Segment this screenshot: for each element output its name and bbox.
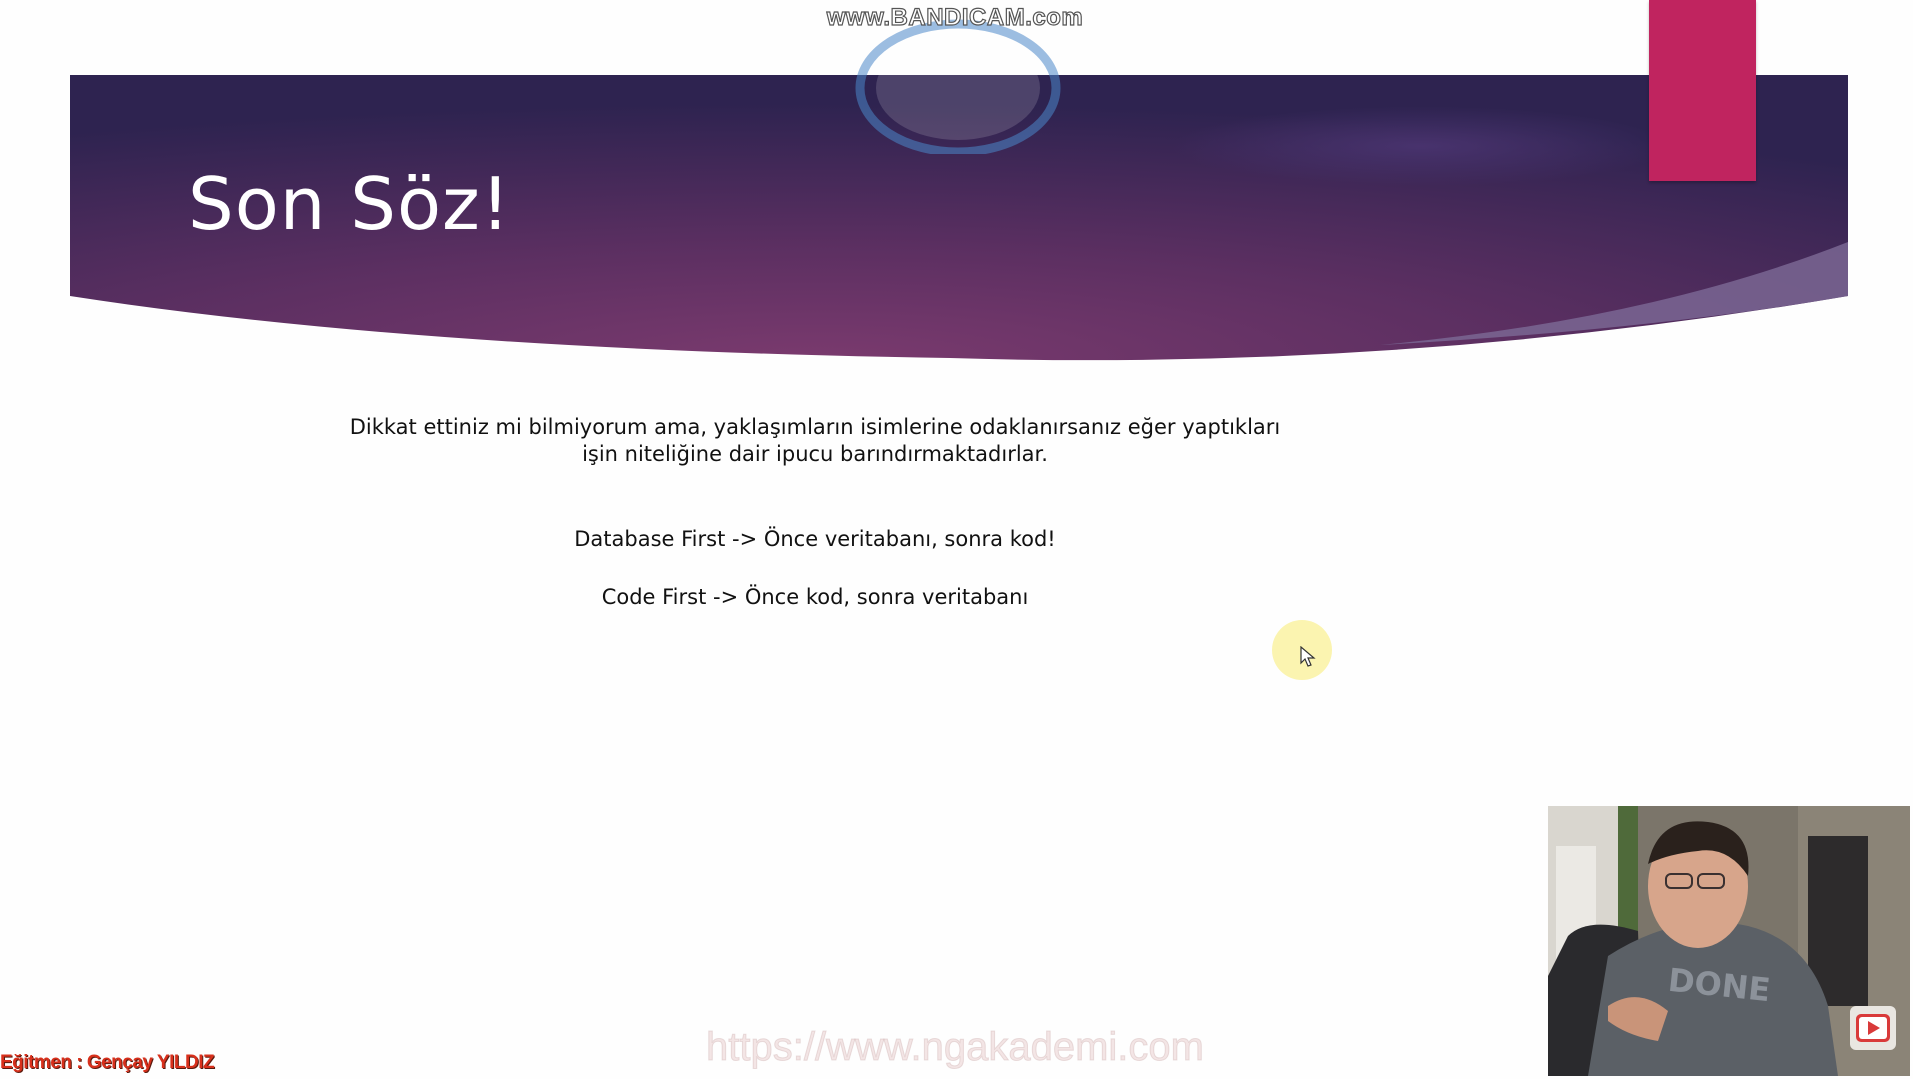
intro-line-2: işin niteliğine dair ipucu barındırmakta… xyxy=(582,442,1048,466)
academy-logo xyxy=(855,19,1061,154)
youtube-play-icon xyxy=(1856,1014,1890,1042)
intro-line-1: Dikkat ettiniz mi bilmiyorum ama, yaklaş… xyxy=(349,415,1281,439)
instructor-credit: Eğitmen : Gençay YILDIZ xyxy=(0,1052,215,1073)
slide-title: Son Söz! xyxy=(188,162,511,246)
accent-bar xyxy=(1649,0,1756,181)
youtube-play-button[interactable] xyxy=(1850,1006,1896,1050)
cursor-pointer-icon xyxy=(1300,646,1316,667)
database-first-line: Database First -> Önce veritabanı, sonra… xyxy=(574,527,1056,551)
recorder-watermark: www.BANDICAM.com xyxy=(826,3,1084,31)
intro-paragraph: Dikkat ettiniz mi bilmiyorum ama, yaklaş… xyxy=(300,414,1330,468)
code-first-line: Code First -> Önce kod, sonra veritabanı xyxy=(601,585,1029,609)
site-watermark: https://www.ngakademi.com xyxy=(706,1025,1205,1070)
